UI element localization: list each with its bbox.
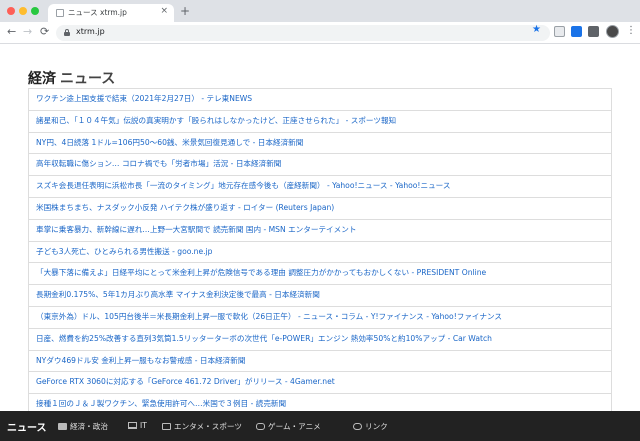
page-favicon-icon: [56, 9, 64, 17]
news-link-item[interactable]: 子ども3人死亡、ひとみられる男性搬送 - goo.ne.jp: [28, 241, 612, 264]
newspaper-icon: [58, 423, 67, 430]
news-link-item[interactable]: 高年収転職に傷ション… コロナ禍でも「労者市場」活況 - 日本経済新聞: [28, 154, 612, 177]
lock-icon: [64, 29, 70, 36]
nav-link-label: ゲーム・アニメ: [268, 422, 321, 431]
tv-icon: [162, 423, 171, 430]
maximize-window-button[interactable]: [31, 7, 39, 15]
news-link-item[interactable]: 「大暴下落に備えよ」日経平均にとって米金利上昇が危険信号である理由 調整圧力がか…: [28, 263, 612, 286]
news-link-item[interactable]: GeForce RTX 3060に対応する「GeForce 461.72 Dri…: [28, 372, 612, 395]
reload-icon[interactable]: ⟳: [40, 25, 49, 39]
site-brand[interactable]: ニュース: [7, 419, 47, 434]
link-icon: [353, 423, 362, 430]
nav-link-label: IT: [140, 421, 147, 430]
page-title-suffix: ニュース: [60, 71, 116, 87]
extension-icon[interactable]: [554, 26, 565, 37]
profile-avatar[interactable]: [606, 25, 619, 38]
tab-close-icon[interactable]: ×: [160, 6, 168, 16]
nav-link-game-anime[interactable]: ゲーム・アニメ: [256, 421, 321, 432]
nav-link-label: リンク: [365, 422, 388, 431]
nav-link-it[interactable]: IT: [128, 421, 147, 430]
browser-toolbar: ← → ⟳ xtrm.jp ★ ⋮: [0, 22, 640, 44]
news-link-item[interactable]: 日産、燃費を約25%改善する直列3気筒1.5リッターターボの次世代「e-POWE…: [28, 328, 612, 351]
nav-link-label: エンタメ・スポーツ: [174, 422, 242, 431]
news-link-item[interactable]: ワクチン途上国支援で結束（2021年2月27日） - テレ東NEWS: [28, 89, 612, 111]
address-bar[interactable]: xtrm.jp: [56, 25, 550, 41]
close-window-button[interactable]: [7, 7, 15, 15]
browser-menu-icon[interactable]: ⋮: [626, 24, 636, 38]
browser-tab-bar: ニュース xtrm.jp × +: [0, 0, 640, 22]
news-list: ワクチン途上国支援で結束（2021年2月27日） - テレ東NEWS 諸星和己、「…: [28, 88, 612, 416]
puzzle-extension-icon[interactable]: [588, 26, 599, 37]
browser-tab[interactable]: ニュース xtrm.jp ×: [48, 4, 174, 22]
gamepad-icon: [256, 423, 265, 430]
nav-link-economy-politics[interactable]: 経済・政治: [58, 421, 108, 432]
news-link-item[interactable]: スズキ会長退任表明に浜松市長「一流のタイミング」地元存在感今後も（産経新聞） -…: [28, 176, 612, 198]
bookmark-star-icon[interactable]: ★: [532, 24, 541, 36]
news-link-item[interactable]: 長期金利0.175%、5年1カ月ぶり高水準 マイナス金利決定後で最高 - 日本経…: [28, 285, 612, 307]
news-link-item[interactable]: 諸星和己、「１０４午気」伝説の真実明かす「殴られはしなかったけど、正座させられた…: [28, 110, 612, 133]
news-link-item[interactable]: NYダウ469ドル安 金利上昇一服もなお警戒感 - 日本経済新聞: [28, 350, 612, 373]
news-link-item[interactable]: 車掌に乗客暴力、新幹線に遅れ…上野一大宮駅間で 読売新聞 国内 - MSN エン…: [28, 219, 612, 242]
news-link-item[interactable]: （東京外為）ドル、105円台後半＝米長期金利上昇一服で軟化（26日正午） - ニ…: [28, 306, 612, 329]
url-text[interactable]: xtrm.jp: [76, 27, 105, 36]
page-title-main: 経済: [28, 71, 56, 87]
tab-title: ニュース xtrm.jp: [68, 8, 127, 17]
nav-link-links[interactable]: リンク: [353, 421, 388, 432]
news-link-item[interactable]: NY円、4日続落 1ドル=106円50～60銭、米景気回復見通しで - 日本経済…: [28, 132, 612, 155]
minimize-window-button[interactable]: [19, 7, 27, 15]
forward-icon[interactable]: →: [23, 25, 32, 39]
page-title: 経済 ニュース: [28, 68, 115, 88]
new-tab-button[interactable]: +: [180, 4, 190, 18]
back-icon[interactable]: ←: [7, 25, 16, 39]
bottom-nav: ニュース 経済・政治 IT エンタメ・スポーツ ゲーム・アニメ リンク: [0, 411, 640, 441]
news-link-item[interactable]: 米国株まちまち、ナスダック小反発 ハイテク株が盛り返す - ロイター (Reut…: [28, 197, 612, 220]
laptop-icon: [128, 422, 137, 429]
translate-icon[interactable]: [571, 26, 582, 37]
nav-link-entertainment-sports[interactable]: エンタメ・スポーツ: [162, 421, 242, 432]
nav-link-label: 経済・政治: [70, 422, 108, 431]
